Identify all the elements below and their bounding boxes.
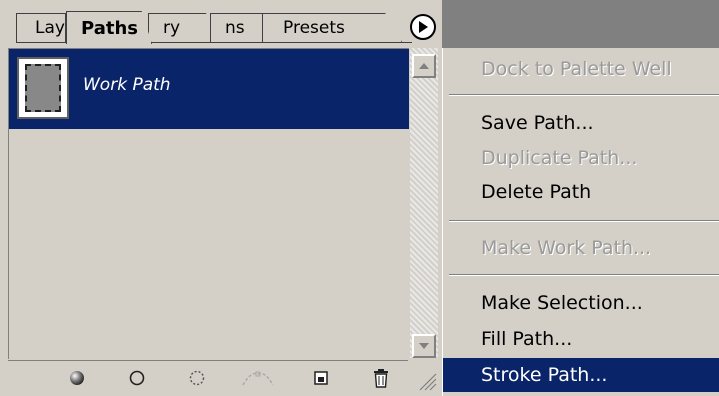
- arrow-down-icon: [419, 343, 429, 349]
- path-thumbnail: [17, 57, 69, 119]
- palette-menu-button[interactable]: [410, 14, 436, 40]
- tab-layers[interactable]: Lay: [16, 13, 66, 42]
- path-thumbnail-shape: [25, 64, 61, 112]
- fill-path-icon[interactable]: [66, 367, 88, 389]
- palette-button-bar: [8, 360, 408, 393]
- palette-tab-bar: Lay ry ns Presets Paths: [0, 0, 442, 44]
- tab-tool-presets[interactable]: Presets: [262, 13, 402, 42]
- menu-item-stroke-path[interactable]: Stroke Path...: [443, 358, 719, 392]
- scroll-down-button[interactable]: [412, 334, 436, 358]
- menu-item-save-path[interactable]: Save Path...: [443, 106, 719, 140]
- menu-item-dock-to-palette-well[interactable]: Dock to Palette Well: [443, 52, 719, 86]
- tab-history[interactable]: ry: [148, 13, 214, 42]
- menu-separator: [449, 220, 719, 222]
- menu-item-make-work-path[interactable]: Make Work Path...: [443, 231, 719, 265]
- palette-flyout-menu: Dock to Palette Well Save Path... Duplic…: [442, 48, 719, 396]
- tab-paths[interactable]: Paths: [66, 11, 152, 44]
- arrow-up-icon: [419, 63, 429, 69]
- paths-list: Work Path: [8, 48, 409, 359]
- play-arrow-icon: [419, 21, 428, 33]
- trash-icon[interactable]: [370, 367, 392, 389]
- path-name: Work Path: [83, 75, 171, 95]
- path-row-work-path[interactable]: Work Path: [9, 49, 409, 129]
- new-path-icon[interactable]: [310, 367, 332, 389]
- scroll-up-button[interactable]: [412, 54, 436, 78]
- make-work-path-icon[interactable]: [240, 367, 276, 389]
- menu-top-backdrop: [442, 0, 719, 48]
- menu-item-fill-path[interactable]: Fill Path...: [443, 322, 719, 356]
- stroke-path-icon[interactable]: [126, 367, 148, 389]
- resize-grip[interactable]: [410, 360, 438, 392]
- menu-item-delete-path[interactable]: Delete Path: [443, 175, 719, 209]
- menu-separator: [449, 94, 719, 96]
- load-selection-icon[interactable]: [186, 367, 208, 389]
- paths-scrollbar[interactable]: [410, 48, 438, 358]
- menu-item-duplicate-path[interactable]: Duplicate Path...: [443, 141, 719, 175]
- menu-item-make-selection[interactable]: Make Selection...: [443, 286, 719, 320]
- menu-separator: [449, 274, 719, 276]
- paths-palette: Lay ry ns Presets Paths Work Path: [0, 0, 442, 396]
- resize-grip-icon: [419, 373, 437, 391]
